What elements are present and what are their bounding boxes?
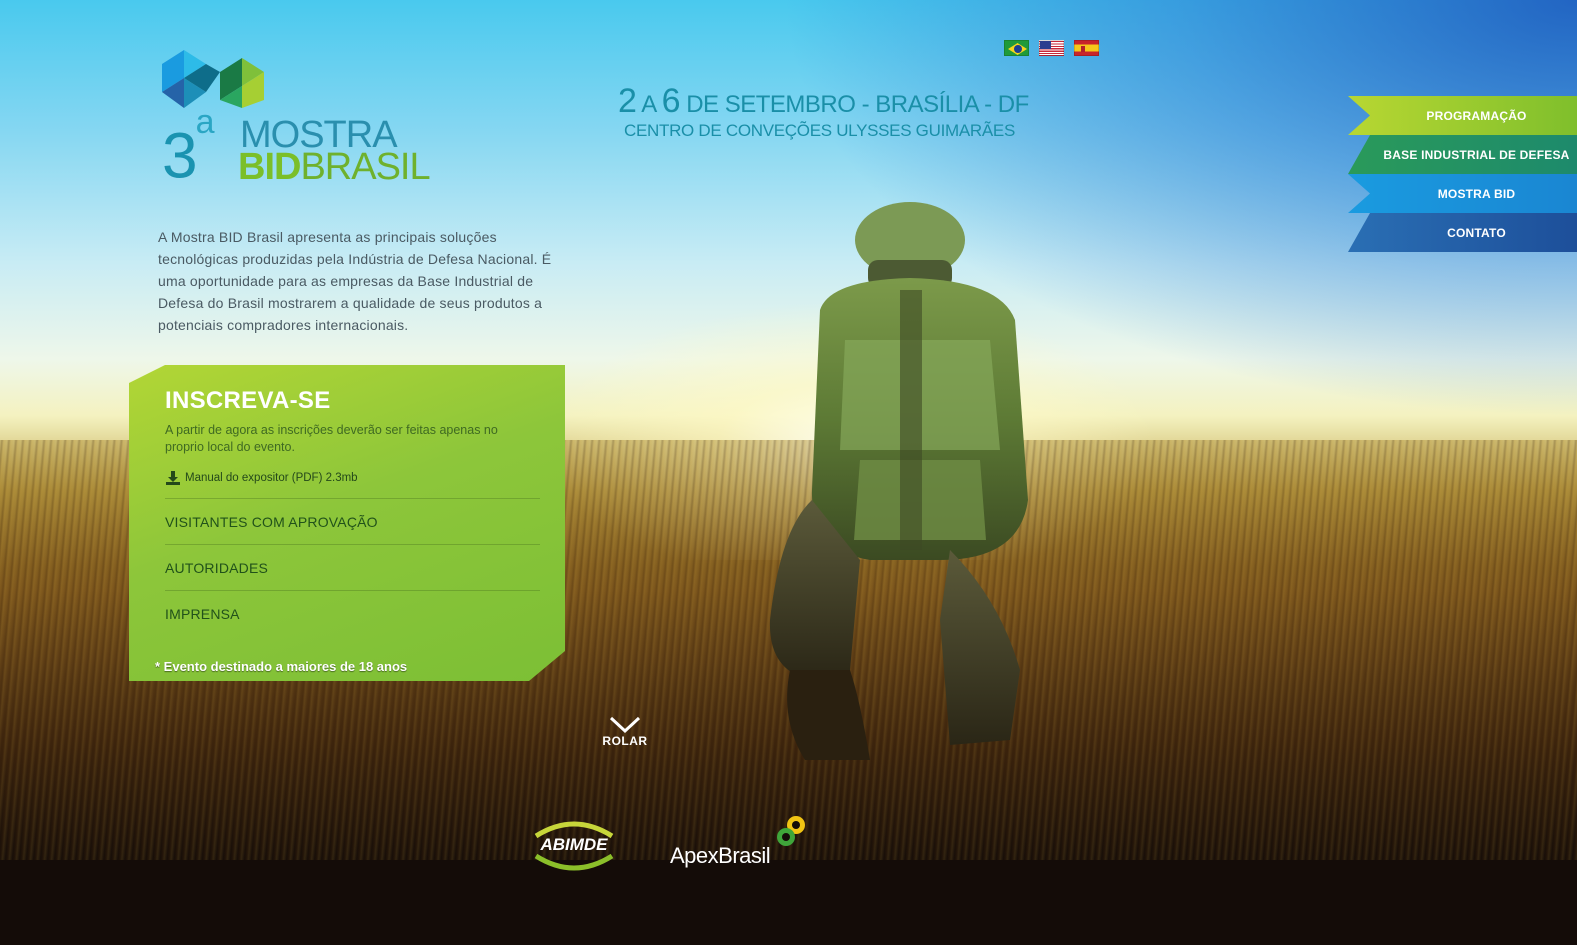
register-authorities-link[interactable]: AUTORIDADES — [165, 544, 540, 590]
manual-download-link[interactable]: Manual do expositor (PDF) 2.3mb — [165, 470, 358, 486]
register-description: A partir de agora as inscrições deverão … — [165, 423, 498, 454]
main-nav: PROGRAMAÇÃO BASE INDUSTRIAL DE DEFESA MO… — [1348, 96, 1577, 252]
nav-base-industrial[interactable]: BASE INDUSTRIAL DE DEFESA — [1348, 135, 1577, 174]
apexbrasil-mark-icon — [777, 816, 805, 846]
age-notice: * Evento destinado a maiores de 18 anos — [155, 659, 408, 674]
event-venue: CENTRO DE CONVEÇÕES ULYSSES GUIMARÃES — [624, 121, 1015, 140]
register-press-link[interactable]: IMPRENSA — [165, 590, 540, 636]
apexbrasil-label: ApexBrasil — [670, 843, 771, 868]
register-options: VISITANTES COM APROVAÇÃO AUTORIDADES IMP… — [165, 498, 540, 636]
register-visitors-link[interactable]: VISITANTES COM APROVAÇÃO — [165, 498, 540, 544]
spain-flag-icon[interactable] — [1074, 40, 1099, 56]
logo-title-line2: BIDBRASIL — [238, 146, 431, 188]
brazil-flag-icon[interactable] — [1004, 40, 1029, 56]
language-selector — [1004, 40, 1099, 56]
event-date-block: 2 A 6 DE SETEMBRO - BRASÍLIA - DF CENTRO… — [618, 84, 1029, 140]
register-panel: INSCREVA-SE A partir de agora as inscriç… — [129, 365, 565, 681]
nav-programacao[interactable]: PROGRAMAÇÃO — [1348, 96, 1577, 135]
nav-mostra-bid[interactable]: MOSTRA BID — [1348, 174, 1577, 213]
abimde-logo[interactable]: ABIMDE — [526, 818, 622, 872]
nav-contato[interactable]: CONTATO — [1348, 213, 1577, 252]
download-icon — [166, 471, 180, 485]
manual-download-label: Manual do expositor (PDF) 2.3mb — [185, 472, 358, 484]
intro-paragraph: A Mostra BID Brasil apresenta as princip… — [158, 229, 552, 333]
event-date: 2 A 6 DE SETEMBRO - BRASÍLIA - DF — [618, 82, 1029, 120]
usa-flag-icon[interactable] — [1039, 40, 1064, 56]
scroll-down-button[interactable]: ROLAR — [600, 716, 650, 748]
svg-text:ABIMDE: ABIMDE — [539, 835, 608, 854]
logo-ordinal: 3a — [162, 103, 215, 192]
footer-background — [0, 860, 1577, 945]
scroll-label: ROLAR — [602, 734, 648, 748]
logo-mark-icon — [162, 50, 264, 108]
register-title: INSCREVA-SE — [165, 387, 331, 414]
chevron-down-icon — [609, 716, 641, 734]
soldier-image — [769, 202, 1028, 760]
